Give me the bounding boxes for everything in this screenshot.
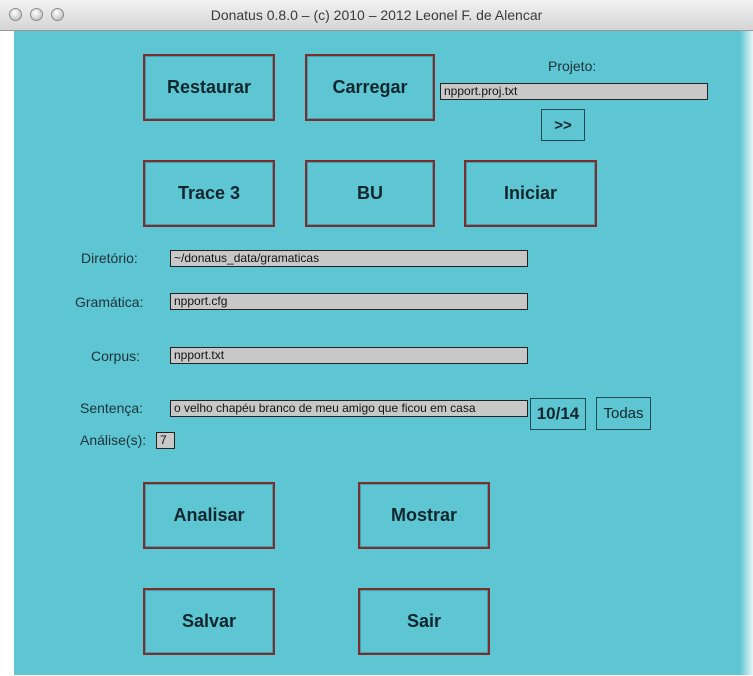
sair-button[interactable]: Sair (358, 588, 490, 655)
restaurar-button[interactable]: Restaurar (143, 54, 275, 121)
window-titlebar: Donatus 0.8.0 – (c) 2010 – 2012 Leonel F… (0, 0, 753, 31)
salvar-button[interactable]: Salvar (143, 588, 275, 655)
corpus-label: Corpus: (91, 348, 141, 364)
analises-label: Análise(s): (80, 432, 147, 448)
projeto-field[interactable]: npport.proj.txt (440, 83, 708, 100)
analises-field[interactable]: 7 (156, 432, 175, 449)
window-title: Donatus 0.8.0 – (c) 2010 – 2012 Leonel F… (210, 7, 543, 23)
sentence-counter: 10/14 (530, 398, 586, 430)
iniciar-button[interactable]: Iniciar (464, 160, 597, 227)
window-edge (740, 31, 753, 675)
sentenca-label: Sentença: (80, 400, 144, 416)
sentenca-field[interactable]: o velho chapéu branco de meu amigo que f… (170, 400, 528, 417)
gramatica-field[interactable]: npport.cfg (170, 293, 528, 310)
gramatica-label: Gramática: (75, 294, 144, 310)
diretorio-field[interactable]: ~/donatus_data/gramaticas (170, 250, 528, 267)
projeto-label: Projeto: (548, 58, 597, 74)
todas-button[interactable]: Todas (596, 397, 651, 430)
corpus-field[interactable]: npport.txt (170, 347, 528, 364)
carregar-button[interactable]: Carregar (305, 54, 435, 121)
main-panel: Restaurar Carregar Projeto: npport.proj.… (14, 31, 753, 675)
trace-button[interactable]: Trace 3 (143, 160, 275, 227)
mostrar-button[interactable]: Mostrar (358, 482, 490, 549)
diretorio-label: Diretório: (81, 250, 138, 266)
bu-button[interactable]: BU (305, 160, 435, 227)
forward-button[interactable]: >> (541, 109, 585, 141)
analisar-button[interactable]: Analisar (143, 482, 275, 549)
